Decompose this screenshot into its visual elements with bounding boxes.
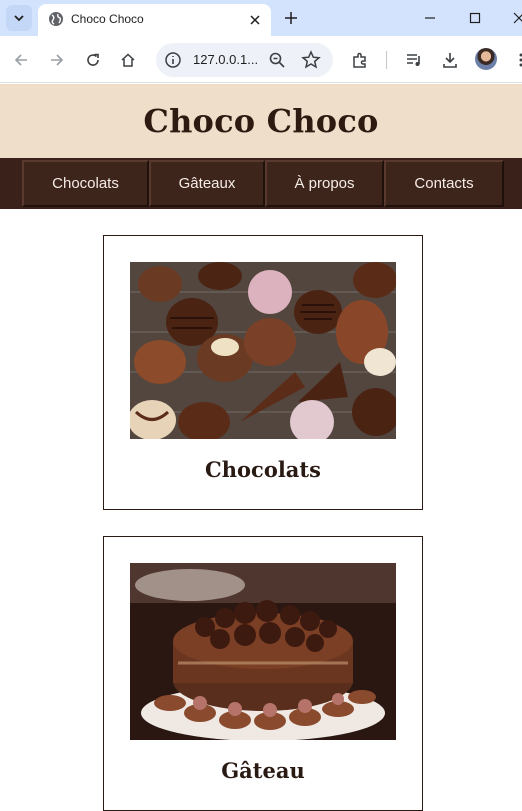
forward-icon xyxy=(51,54,64,66)
browser-menu-button[interactable] xyxy=(510,49,522,71)
download-icon xyxy=(443,53,457,68)
chocolates-image xyxy=(130,262,396,439)
tab-close-button[interactable] xyxy=(246,11,264,29)
product-card-chocolats[interactable]: Chocolats xyxy=(103,235,423,510)
url-text: 127.0.0.1... xyxy=(193,52,259,67)
new-tab-button[interactable] xyxy=(280,7,302,29)
window-maximize-button[interactable] xyxy=(465,8,485,28)
extensions-icon xyxy=(353,52,366,68)
window-close-icon xyxy=(513,12,522,24)
profile-avatar[interactable] xyxy=(475,48,497,70)
forward-button[interactable] xyxy=(46,49,68,71)
site-header: Choco Choco xyxy=(0,84,522,158)
browser-tab-strip: Choco Choco xyxy=(0,0,522,36)
extensions-button[interactable] xyxy=(349,49,371,71)
site-title: Choco Choco xyxy=(143,102,379,140)
address-bar[interactable]: 127.0.0.1... xyxy=(156,43,333,77)
card-title: Gâteau xyxy=(221,758,305,783)
window-close-button[interactable] xyxy=(509,8,522,28)
product-card-gateau[interactable]: Gâteau xyxy=(103,536,423,811)
tab-title: Choco Choco xyxy=(71,12,144,26)
media-icon xyxy=(407,54,420,66)
tab-search-button[interactable] xyxy=(6,5,32,31)
browser-toolbar: 127.0.0.1... xyxy=(0,36,522,83)
downloads-button[interactable] xyxy=(439,49,461,71)
zoom-icon[interactable] xyxy=(268,51,286,69)
site-info-icon[interactable] xyxy=(164,51,182,69)
window-minimize-button[interactable] xyxy=(420,8,440,28)
plus-icon xyxy=(285,12,297,24)
media-control-button[interactable] xyxy=(403,49,425,71)
back-icon xyxy=(14,54,27,66)
browser-tab[interactable]: Choco Choco xyxy=(38,4,271,36)
main-nav: Chocolats Gâteaux À propos Contacts xyxy=(0,158,522,209)
reload-icon xyxy=(87,53,99,66)
globe-icon xyxy=(49,12,63,26)
reload-button[interactable] xyxy=(82,49,104,71)
home-icon xyxy=(121,53,135,67)
close-icon xyxy=(250,15,260,25)
maximize-icon xyxy=(469,12,481,24)
back-button[interactable] xyxy=(10,49,32,71)
chevron-down-icon xyxy=(14,15,24,22)
toolbar-separator xyxy=(386,51,387,69)
cake-image xyxy=(130,563,396,740)
menu-icon xyxy=(519,53,522,67)
nav-item-chocolats[interactable]: Chocolats xyxy=(22,160,149,207)
home-button[interactable] xyxy=(117,49,139,71)
card-title: Chocolats xyxy=(205,457,321,482)
nav-item-a-propos[interactable]: À propos xyxy=(265,160,384,207)
nav-item-contacts[interactable]: Contacts xyxy=(384,160,504,207)
nav-item-gateaux[interactable]: Gâteaux xyxy=(149,160,265,207)
minimize-icon xyxy=(425,17,435,19)
star-icon[interactable] xyxy=(301,50,321,70)
